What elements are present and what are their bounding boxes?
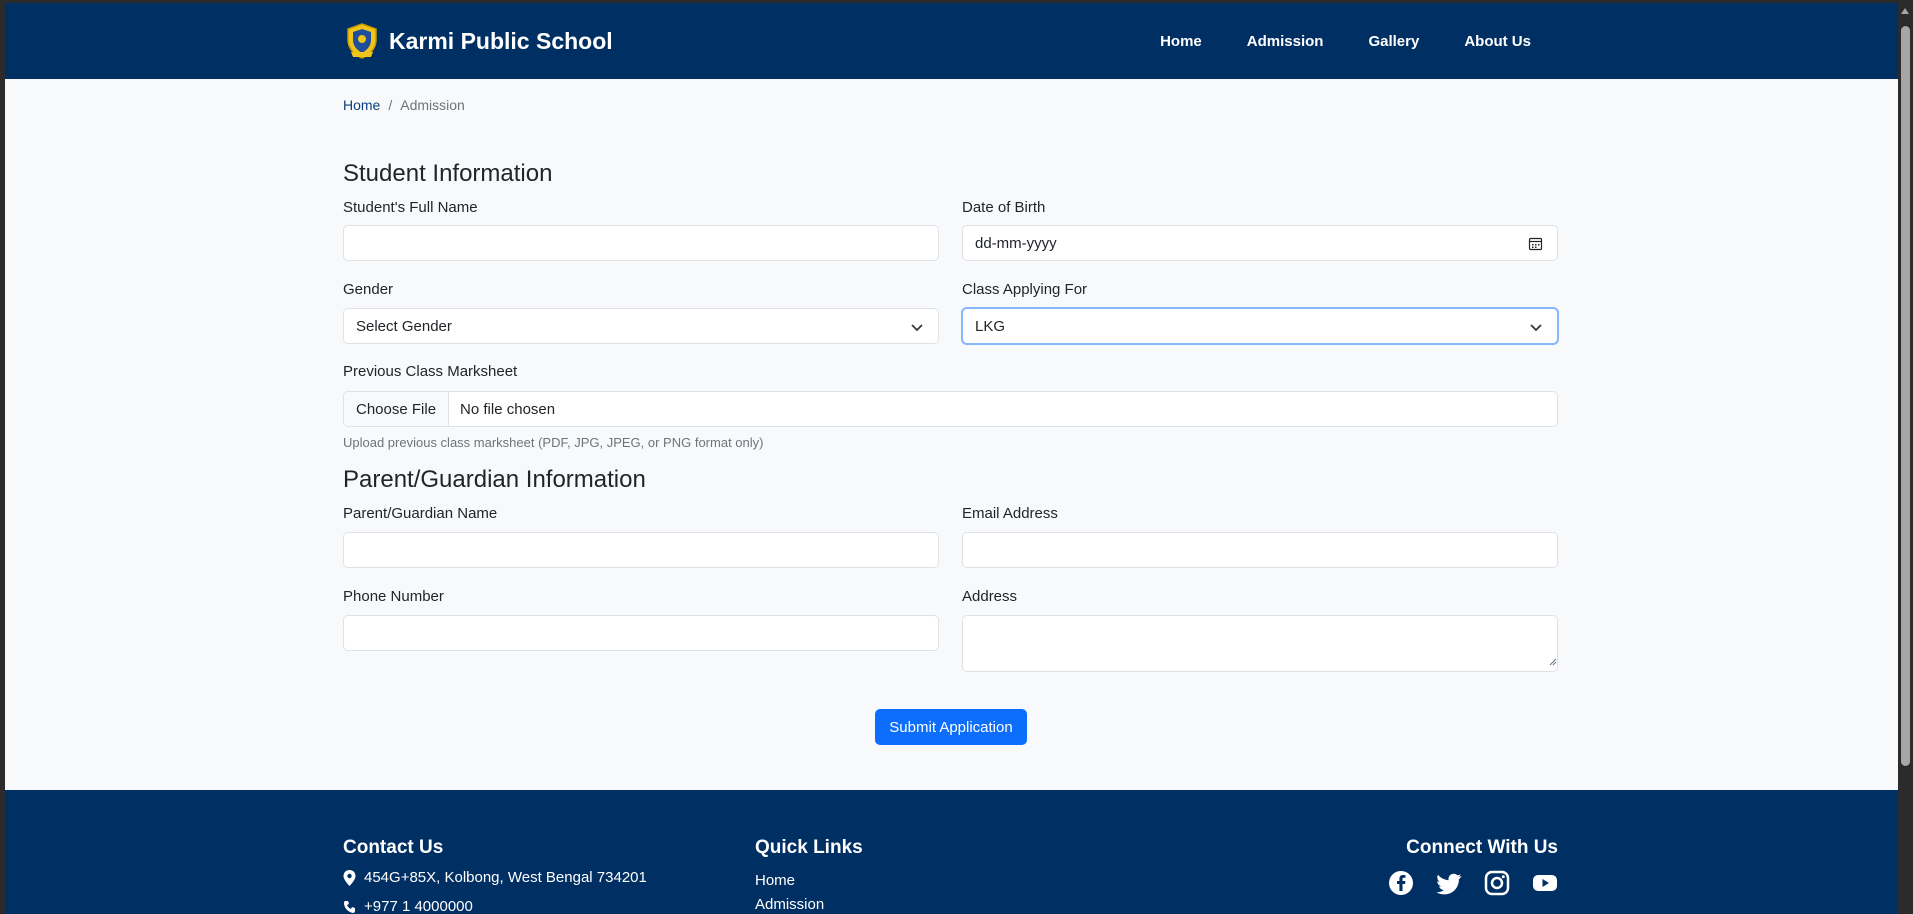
parent-info-heading: Parent/Guardian Information — [343, 466, 646, 493]
choose-file-button[interactable]: Choose File — [344, 392, 450, 426]
phone-input[interactable] — [343, 615, 939, 651]
address-label: Address — [962, 588, 1018, 605]
submit-application-button[interactable]: Submit Application — [875, 709, 1027, 745]
file-status: No file chosen — [460, 400, 556, 418]
email-label: Email Address — [962, 505, 1058, 522]
school-crest-logo — [347, 23, 377, 59]
parent-name-input[interactable] — [343, 532, 939, 568]
breadcrumb-home[interactable]: Home — [343, 97, 380, 113]
parent-name-label: Parent/Guardian Name — [343, 505, 498, 522]
page-scrollbar[interactable] — [1898, 0, 1913, 914]
nav-gallery[interactable]: Gallery — [1368, 33, 1419, 50]
dob-placeholder: dd-mm-yyyy — [975, 234, 1057, 252]
twitter-icon[interactable] — [1436, 870, 1462, 896]
top-navbar: Karmi Public School Home Admission Galle… — [5, 3, 1898, 79]
connect-heading: Connect With Us — [1406, 837, 1558, 858]
phone-icon — [344, 900, 355, 913]
marksheet-label: Previous Class Marksheet — [343, 363, 518, 380]
contact-address: 454G+85X, Kolbong, West Bengal 734201 — [343, 869, 647, 886]
quick-links-heading: Quick Links — [755, 837, 863, 858]
facebook-icon[interactable] — [1388, 870, 1414, 896]
student-name-input[interactable] — [343, 225, 939, 261]
nav-links: Home Admission Gallery About Us — [1160, 3, 1531, 79]
gender-label: Gender — [343, 281, 394, 298]
breadcrumb: Home / Admission — [343, 97, 465, 113]
footer-link-admission[interactable]: Admission — [755, 896, 824, 913]
nav-about-us[interactable]: About Us — [1464, 33, 1531, 50]
marksheet-file-input[interactable]: Choose File No file chosen — [343, 391, 1558, 427]
contact-address-text: 454G+85X, Kolbong, West Bengal 734201 — [364, 869, 647, 886]
breadcrumb-separator: / — [388, 97, 393, 113]
instagram-icon[interactable] — [1484, 870, 1510, 896]
map-pin-icon — [343, 869, 356, 886]
class-selected-value: LKG — [975, 317, 1006, 335]
chevron-down-icon — [1530, 324, 1542, 332]
breadcrumb-current: Admission — [400, 97, 465, 113]
contact-heading: Contact Us — [343, 837, 444, 858]
scrollbar-thumb[interactable] — [1901, 26, 1910, 766]
contact-phone: +977 1 4000000 — [343, 898, 473, 914]
student-info-heading: Student Information — [343, 160, 553, 187]
dob-label: Date of Birth — [962, 199, 1046, 216]
gender-select[interactable]: Select Gender — [343, 308, 939, 344]
footer-link-home[interactable]: Home — [755, 872, 795, 889]
nav-home[interactable]: Home — [1160, 33, 1202, 50]
youtube-icon[interactable] — [1532, 870, 1558, 896]
page: Karmi Public School Home Admission Galle… — [5, 3, 1898, 914]
class-label: Class Applying For — [962, 281, 1088, 298]
phone-label: Phone Number — [343, 588, 444, 605]
nav-admission[interactable]: Admission — [1247, 33, 1324, 50]
brand[interactable]: Karmi Public School — [345, 3, 613, 79]
brand-name: Karmi Public School — [389, 27, 613, 54]
dob-input[interactable]: dd-mm-yyyy — [962, 225, 1558, 261]
address-textarea[interactable] — [962, 615, 1558, 672]
resize-grip-icon[interactable] — [1549, 658, 1557, 666]
contact-phone-text: +977 1 4000000 — [364, 898, 473, 914]
email-input[interactable] — [962, 532, 1558, 568]
calendar-icon[interactable] — [1528, 236, 1543, 251]
footer: Contact Us 454G+85X, Kolbong, West Benga… — [5, 790, 1898, 914]
scroll-up-arrow-icon[interactable] — [1901, 8, 1909, 14]
gender-selected-value: Select Gender — [356, 317, 452, 335]
class-select[interactable]: LKG — [962, 308, 1558, 344]
chevron-down-icon — [911, 324, 923, 332]
marksheet-help-text: Upload previous class marksheet (PDF, JP… — [343, 435, 764, 450]
social-links — [1388, 870, 1558, 896]
student-name-label: Student's Full Name — [343, 199, 478, 216]
